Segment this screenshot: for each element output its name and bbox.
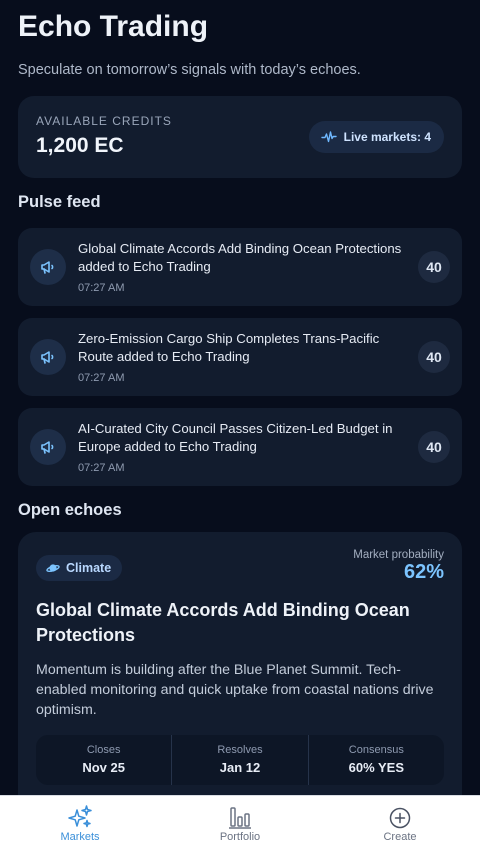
nav-create[interactable]: Create <box>320 796 480 844</box>
live-markets-label: Live markets: 4 <box>343 130 431 144</box>
page-subtitle: Speculate on tomorrow’s signals with tod… <box>18 62 361 78</box>
nav-label: Portfolio <box>219 831 261 843</box>
open-echoes-heading: Open echoes <box>18 501 122 519</box>
megaphone-icon <box>41 441 54 454</box>
pulse-feed-heading: Pulse feed <box>18 193 101 211</box>
pulse-item-text: Zero-Emission Cargo Ship Completes Trans… <box>78 331 380 364</box>
live-markets-badge[interactable]: Live markets: 4 <box>308 121 444 153</box>
bottom-nav: Markets Portfolio Create <box>0 795 480 844</box>
plus-circle-icon <box>389 807 411 829</box>
stat-value: Nov 25 <box>82 760 125 775</box>
stat-value: 60% YES <box>348 760 405 775</box>
stat-closes: Closes Nov 25 <box>36 735 171 785</box>
pulse-item-score: 40 <box>418 251 450 283</box>
pulse-item-score: 40 <box>418 341 450 373</box>
bar-chart-icon <box>229 807 251 829</box>
pulse-item-time: 07:27 AM <box>78 372 125 384</box>
stat-consensus: Consensus 60% YES <box>307 735 444 785</box>
stat-label: Consensus <box>348 744 404 756</box>
pulse-line-icon <box>320 131 337 143</box>
pulse-feed-item[interactable]: Global Climate Accords Add Binding Ocean… <box>18 228 462 306</box>
pulse-item-icon-wrap <box>30 339 66 375</box>
stat-resolves: Resolves Jan 12 <box>171 735 307 785</box>
page-title: Echo Trading <box>18 10 209 43</box>
credits-label: AVAILABLE CREDITS <box>36 114 172 128</box>
stat-label: Closes <box>86 744 121 756</box>
echo-description: Momentum is building after the Blue Plan… <box>36 662 434 718</box>
planet-icon <box>46 564 60 573</box>
pulse-item-time: 07:27 AM <box>78 462 125 474</box>
pulse-item-text: AI-Curated City Council Passes Citizen-L… <box>78 421 393 454</box>
nav-portfolio[interactable]: Portfolio <box>160 796 320 844</box>
pulse-item-score: 40 <box>418 431 450 463</box>
nav-label: Create <box>383 831 417 843</box>
nav-label: Markets <box>60 831 100 843</box>
category-tag-label: Climate <box>66 561 112 575</box>
megaphone-icon <box>41 261 54 274</box>
pulse-feed-item[interactable]: Zero-Emission Cargo Ship Completes Trans… <box>18 318 462 396</box>
credits-value: 1,200 EC <box>36 134 124 157</box>
category-tag[interactable]: Climate <box>36 555 123 581</box>
pulse-item-text: Global Climate Accords Add Binding Ocean… <box>78 241 402 274</box>
pulse-item-time: 07:27 AM <box>78 282 125 294</box>
market-probability-value: 62% <box>403 561 444 583</box>
stat-value: Jan 12 <box>219 760 261 775</box>
pulse-feed-item[interactable]: AI-Curated City Council Passes Citizen-L… <box>18 408 462 486</box>
echo-stats: Closes Nov 25 Resolves Jan 12 Consensus … <box>36 735 444 785</box>
sparkles-icon <box>68 805 92 828</box>
echo-title: Global Climate Accords Add Binding Ocean… <box>36 600 410 645</box>
pulse-item-icon-wrap <box>30 429 66 465</box>
echo-card[interactable]: Climate Market probability 62% Global Cl… <box>18 532 462 795</box>
pulse-item-icon-wrap <box>30 249 66 285</box>
market-probability-label: Market probability <box>353 549 444 561</box>
credits-card: AVAILABLE CREDITS 1,200 EC Live markets:… <box>18 96 462 178</box>
megaphone-icon <box>41 351 54 364</box>
main-scroll-area[interactable]: Echo Trading Speculate on tomorrow’s sig… <box>0 0 480 795</box>
stat-label: Resolves <box>217 744 263 756</box>
nav-markets[interactable]: Markets <box>0 796 160 844</box>
